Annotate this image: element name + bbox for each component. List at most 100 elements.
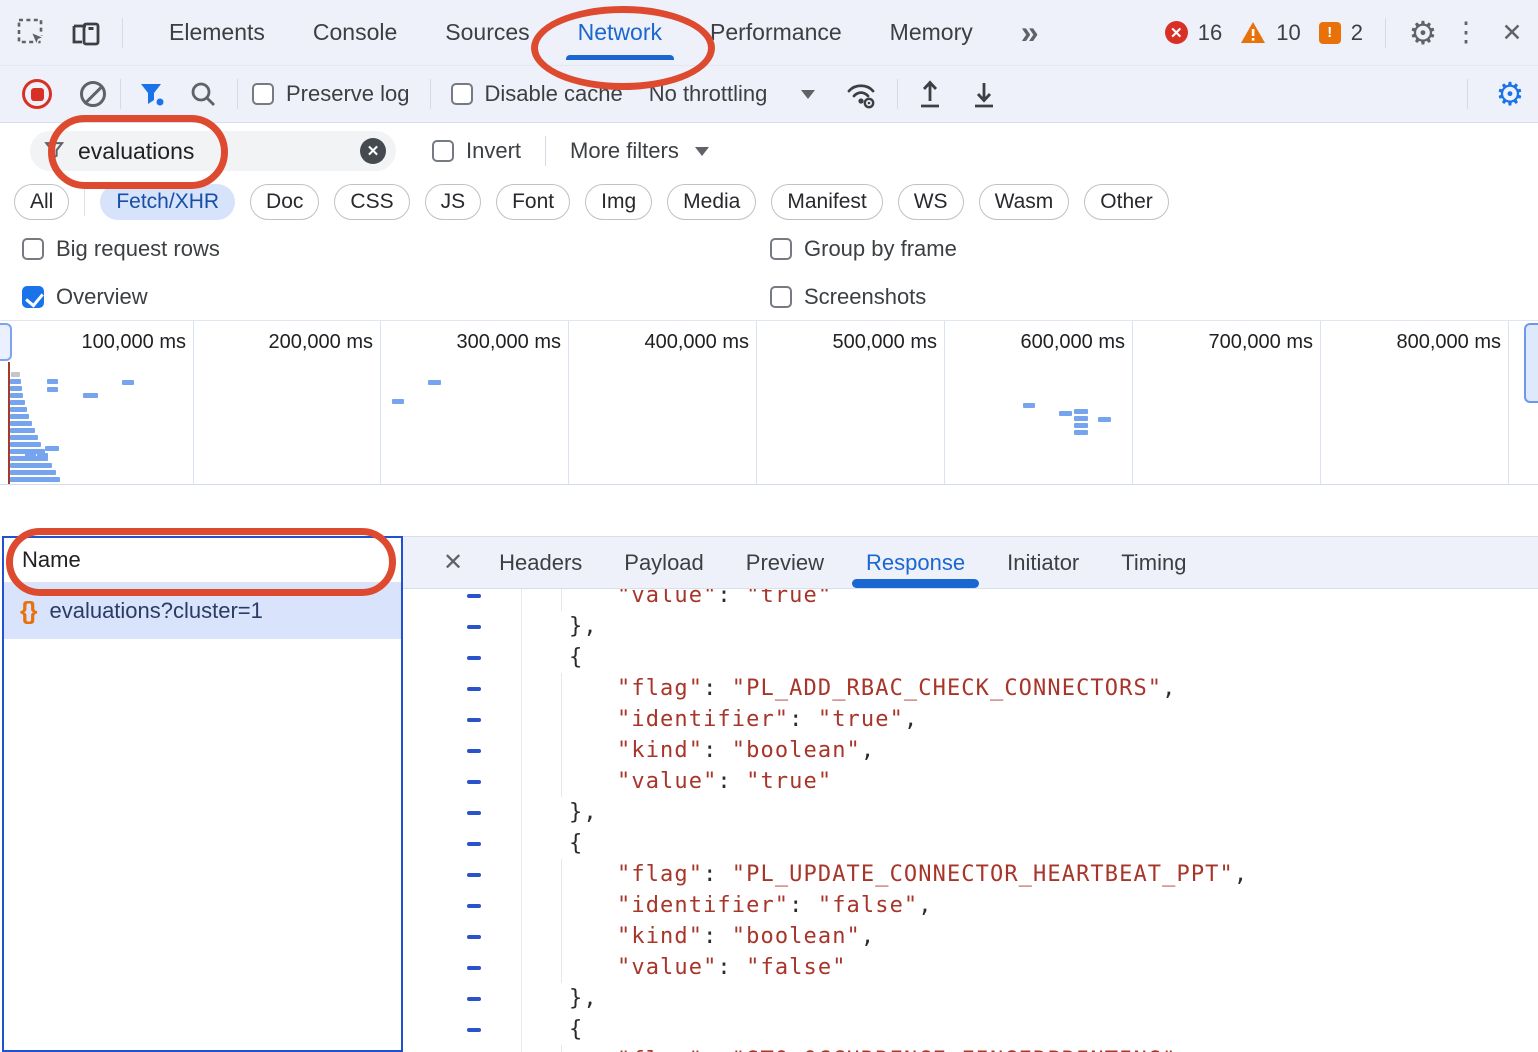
more-tabs-icon[interactable]: » [1021, 14, 1039, 51]
indent-guide [561, 952, 562, 983]
network-settings-gear-icon[interactable]: ⚙ [1482, 75, 1538, 113]
invert-filter-option[interactable]: Invert [432, 138, 521, 164]
chip-doc[interactable]: Doc [250, 184, 319, 220]
detail-tab-response[interactable]: Response [866, 550, 965, 576]
more-filters-dropdown[interactable]: More filters [570, 138, 709, 164]
screenshots-option[interactable]: Screenshots [770, 284, 926, 310]
error-badge-icon[interactable]: ✕ [1165, 21, 1188, 44]
timeline-tick-label: 400,000 ms [644, 331, 756, 354]
indent-guide [561, 859, 562, 890]
request-detail-panel: ✕ Headers Payload Preview Response Initiator… [403, 536, 1538, 1052]
record-network-log-button[interactable] [22, 79, 52, 109]
chip-wasm[interactable]: Wasm [979, 184, 1070, 220]
name-column-header[interactable]: Name [4, 538, 401, 583]
chevron-down-icon [695, 147, 709, 156]
detail-tab-timing[interactable]: Timing [1121, 550, 1186, 576]
close-detail-icon[interactable]: ✕ [443, 548, 463, 577]
tab-console[interactable]: Console [309, 19, 401, 46]
timeline-request-bar [10, 463, 52, 468]
overview-left-grip[interactable] [0, 323, 12, 361]
device-toolbar-icon[interactable] [64, 18, 108, 48]
chevron-down-icon [801, 90, 815, 99]
timeline-tick-label: 700,000 ms [1208, 331, 1320, 354]
issues-count[interactable]: 2 [1351, 20, 1363, 46]
network-toolbar: Preserve log Disable cache No throttling… [0, 66, 1538, 123]
preserve-log-option[interactable]: Preserve log [252, 81, 410, 107]
tab-sources[interactable]: Sources [441, 19, 533, 46]
screenshots-label: Screenshots [804, 284, 926, 310]
chip-media[interactable]: Media [667, 184, 756, 220]
big-request-rows-checkbox[interactable] [22, 238, 44, 260]
throttling-select[interactable]: No throttling [649, 81, 816, 107]
filter-funnel-icon[interactable] [135, 80, 169, 108]
clear-network-log-button[interactable] [80, 81, 106, 107]
chip-manifest[interactable]: Manifest [771, 184, 882, 220]
timeline-request-bar [37, 453, 48, 458]
chip-js[interactable]: JS [425, 184, 482, 220]
more-options-menu-icon[interactable]: ⋮ [1446, 17, 1486, 48]
detail-tab-payload[interactable]: Payload [624, 550, 704, 576]
invert-checkbox[interactable] [432, 140, 454, 162]
detail-tab-initiator[interactable]: Initiator [1007, 550, 1079, 576]
chip-all[interactable]: All [14, 184, 69, 220]
warning-count[interactable]: 10 [1276, 20, 1300, 46]
big-request-rows-option[interactable]: Big request rows [22, 236, 770, 262]
detail-tab-preview[interactable]: Preview [746, 550, 824, 576]
disable-cache-checkbox[interactable] [451, 83, 473, 105]
response-code-line: { [403, 642, 1538, 673]
close-devtools-icon[interactable]: ✕ [1486, 18, 1538, 48]
error-count[interactable]: 16 [1198, 20, 1222, 46]
tab-network[interactable]: Network [574, 19, 666, 46]
chip-img[interactable]: Img [585, 184, 652, 220]
network-conditions-icon[interactable] [839, 79, 883, 109]
filter-input[interactable]: evaluations ✕ [30, 131, 396, 171]
network-overview-timeline[interactable]: 100,000 ms200,000 ms300,000 ms400,000 ms… [0, 321, 1538, 485]
response-code-line: "value": "true" [403, 589, 1538, 611]
import-har-icon[interactable] [912, 79, 948, 109]
timeline-request-bar [1074, 430, 1088, 435]
timeline-request-bar [25, 453, 36, 458]
tab-performance[interactable]: Performance [706, 19, 846, 46]
options-row-1: Big request rows Group by frame [0, 225, 1538, 273]
toolbar-separator [545, 136, 546, 166]
search-icon[interactable] [183, 80, 223, 108]
preserve-log-label: Preserve log [286, 81, 410, 107]
more-filters-label: More filters [570, 138, 679, 164]
filter-input-value[interactable]: evaluations [78, 138, 360, 165]
response-code-line: "identifier": "false", [403, 890, 1538, 921]
group-by-frame-checkbox[interactable] [770, 238, 792, 260]
overview-right-grip[interactable] [1524, 323, 1538, 403]
timeline-request-bar [10, 379, 21, 384]
chip-ws[interactable]: WS [898, 184, 964, 220]
timeline-request-bar [10, 407, 27, 412]
settings-gear-icon[interactable]: ⚙ [1400, 14, 1446, 52]
screenshots-checkbox[interactable] [770, 286, 792, 308]
chip-font[interactable]: Font [496, 184, 570, 220]
overview-option[interactable]: Overview [22, 284, 770, 310]
toolbar-separator [1467, 79, 1468, 109]
timeline-request-bar [10, 442, 41, 447]
group-by-frame-option[interactable]: Group by frame [770, 236, 957, 262]
response-code-line: { [403, 828, 1538, 859]
disable-cache-option[interactable]: Disable cache [451, 81, 623, 107]
export-har-icon[interactable] [966, 79, 1002, 109]
tab-elements[interactable]: Elements [165, 19, 269, 46]
issues-badge-icon[interactable]: ! [1319, 22, 1341, 44]
inspect-element-icon[interactable] [14, 18, 50, 48]
timeline-tick-label: 800,000 ms [1396, 331, 1508, 354]
response-code-line: "value": "true" [403, 766, 1538, 797]
preserve-log-checkbox[interactable] [252, 83, 274, 105]
chip-other[interactable]: Other [1084, 184, 1169, 220]
request-row[interactable]: {} evaluations?cluster=1 [4, 583, 401, 639]
timeline-gridline [1132, 321, 1133, 484]
chip-separator [84, 188, 85, 216]
big-request-rows-label: Big request rows [56, 236, 220, 262]
warning-badge-icon[interactable] [1240, 21, 1266, 45]
clear-filter-icon[interactable]: ✕ [360, 138, 386, 164]
chip-css[interactable]: CSS [334, 184, 409, 220]
detail-tab-headers[interactable]: Headers [499, 550, 582, 576]
chip-fetch-xhr[interactable]: Fetch/XHR [100, 184, 235, 220]
response-code-viewer[interactable]: "value": "true"},{"flag": "PL_ADD_RBAC_C… [403, 589, 1538, 1052]
tab-memory[interactable]: Memory [886, 19, 977, 46]
overview-checkbox[interactable] [22, 286, 44, 308]
